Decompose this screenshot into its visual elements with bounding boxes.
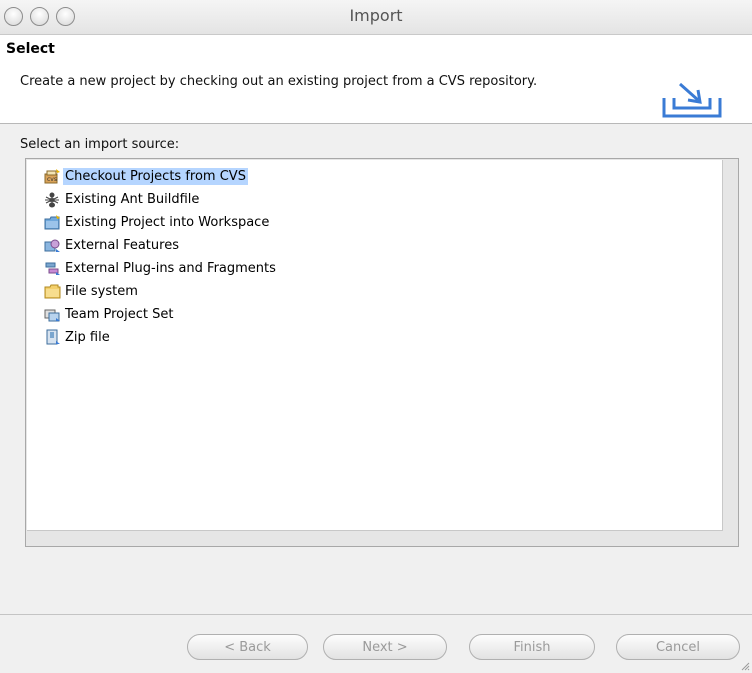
svg-text:cvs: cvs	[47, 176, 57, 183]
cancel-button[interactable]: Cancel	[616, 634, 740, 660]
import-dialog: Import Select Create a new project by ch…	[0, 0, 752, 673]
zip-file-icon	[46, 329, 60, 344]
team-project-icon	[44, 309, 60, 321]
list-item-label: Checkout Projects from CVS	[63, 167, 248, 185]
import-source-list-body: cvs Checkout Projects from CVS Existing …	[27, 160, 723, 531]
list-item-ant[interactable]: Existing Ant Buildfile	[44, 188, 201, 210]
import-wizard-icon	[662, 82, 722, 118]
page-description: Create a new project by checking out an …	[20, 74, 538, 89]
list-item-team-project-set[interactable]: Team Project Set	[44, 303, 175, 325]
ant-icon	[45, 192, 59, 207]
list-item-existing-project[interactable]: Existing Project into Workspace	[44, 211, 271, 233]
page-title: Select	[6, 41, 55, 57]
cvs-checkout-icon: cvs	[44, 168, 60, 183]
list-item-label: External Plug-ins and Fragments	[65, 260, 276, 276]
list-item-label: File system	[65, 283, 138, 299]
list-item-label: Zip file	[65, 329, 110, 345]
external-features-icon	[44, 239, 60, 252]
list-item-label: Existing Project into Workspace	[65, 214, 270, 230]
project-folder-icon	[44, 214, 60, 229]
wizard-banner: Select Create a new project by checking …	[0, 35, 752, 124]
import-source-label: Select an import source:	[20, 137, 180, 152]
plugins-icon	[45, 262, 60, 275]
window-title: Import	[349, 6, 403, 25]
resize-grip-icon[interactable]	[740, 661, 750, 671]
title-bar[interactable]: Import	[0, 0, 752, 35]
list-item-cvs[interactable]: cvs Checkout Projects from CVS	[44, 165, 248, 187]
next-button[interactable]: Next >	[323, 634, 447, 660]
list-item-label: Team Project Set	[65, 306, 174, 322]
finish-button[interactable]: Finish	[469, 634, 595, 660]
list-item-file-system[interactable]: File system	[44, 280, 140, 302]
list-item-label: External Features	[65, 237, 179, 253]
list-item-label: Existing Ant Buildfile	[65, 191, 200, 207]
import-source-list[interactable]: cvs Checkout Projects from CVS Existing …	[25, 158, 739, 547]
button-bar-divider	[0, 614, 752, 615]
back-button[interactable]: < Back	[187, 634, 308, 660]
folder-icon	[44, 284, 61, 298]
list-item-external-plugins[interactable]: External Plug-ins and Fragments	[44, 257, 278, 279]
list-item-zip-file[interactable]: Zip file	[44, 326, 112, 348]
list-item-external-features[interactable]: External Features	[44, 234, 181, 256]
